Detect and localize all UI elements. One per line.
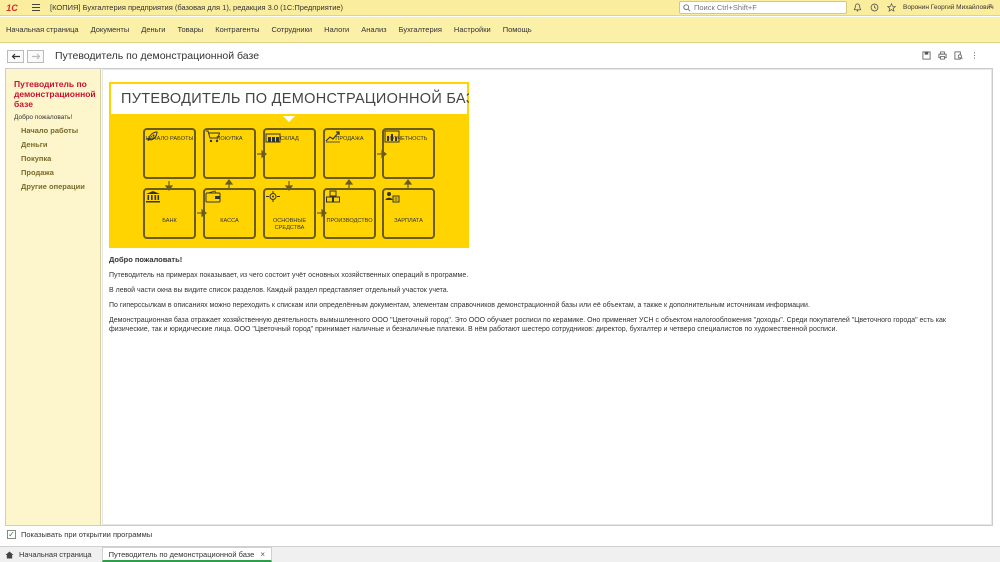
search-icon <box>683 3 691 12</box>
guide-banner: ПУТЕВОДИТЕЛЬ ПО ДЕМОНСТРАЦИОННОЙ БАЗЕ НА… <box>109 82 469 248</box>
search-box[interactable] <box>679 1 847 14</box>
save-icon[interactable] <box>921 50 932 61</box>
sidebar-item-purchase[interactable]: Покупка <box>21 154 100 163</box>
title-bar: 1С [КОПИЯ] Бухгалтерия предприятия (базо… <box>0 0 1000 16</box>
tile-assets-label: ОСНОВНЫЕ СРЕДСТВА <box>272 218 307 231</box>
tab-guide[interactable]: Путеводитель по демонстрационной базе × <box>101 547 273 562</box>
sidebar-item-money[interactable]: Деньги <box>21 140 100 149</box>
tile-bank-label: БАНК <box>162 218 177 224</box>
section-goods[interactable]: Товары <box>177 25 203 34</box>
user-name[interactable]: Воронин Георгий Михайлович <box>903 4 994 11</box>
tile-salary[interactable]: ЗАРПЛАТА <box>382 188 435 239</box>
main-menu-icon[interactable] <box>29 1 43 15</box>
section-money[interactable]: Деньги <box>141 25 165 34</box>
banner-heading: ПУТЕВОДИТЕЛЬ ПО ДЕМОНСТРАЦИОННОЙ БАЗЕ <box>121 91 469 107</box>
sidebar: Путеводитель по демонстрационной базе До… <box>6 69 101 525</box>
guide-text: Добро пожаловать! Путеводитель на пример… <box>109 255 974 340</box>
rocket-icon <box>147 131 178 161</box>
section-employees[interactable]: Сотрудники <box>271 25 312 34</box>
sidebar-welcome[interactable]: Добро пожаловать! <box>14 114 100 121</box>
sidebar-title[interactable]: Путеводитель по демонстрационной базе <box>14 79 99 109</box>
back-button[interactable] <box>7 49 24 63</box>
paragraph-1: Путеводитель на примерах показывает, из … <box>109 272 469 279</box>
tab-home[interactable]: Начальная страница <box>0 547 98 562</box>
tile-production-label: ПРОИЗВОДСТВО <box>326 218 373 224</box>
boxes-icon <box>326 190 358 213</box>
show-on-open-label[interactable]: Показывать при открытии программы <box>21 530 152 539</box>
section-counterparties[interactable]: Контрагенты <box>215 25 259 34</box>
arrow-left-icon <box>11 53 20 59</box>
preview-icon[interactable] <box>953 50 964 61</box>
guide-content: ПУТЕВОДИТЕЛЬ ПО ДЕМОНСТРАЦИОННОЙ БАЗЕ НА… <box>102 69 992 525</box>
tile-cash[interactable]: КАССА <box>203 188 256 239</box>
1c-logo: 1С <box>6 2 18 13</box>
arrow-right-icon <box>31 53 40 59</box>
welcome-heading: Добро пожаловать! <box>109 255 183 264</box>
section-accounting[interactable]: Бухгалтерия <box>399 25 442 34</box>
banner-header: ПУТЕВОДИТЕЛЬ ПО ДЕМОНСТРАЦИОННОЙ БАЗЕ <box>109 82 469 116</box>
wallet-icon <box>205 190 238 213</box>
tile-warehouse-label: СКЛАД <box>280 136 299 142</box>
tab-guide-label: Путеводитель по демонстрационной базе <box>108 549 255 559</box>
tile-reports[interactable]: ОТЧЕТНОСТЬ <box>382 128 435 179</box>
forward-button[interactable] <box>27 49 44 63</box>
window-title: [КОПИЯ] Бухгалтерия предприятия (базовая… <box>50 3 344 12</box>
tile-cash-label: КАССА <box>220 218 239 224</box>
more-menu-icon[interactable]: ⋮ <box>969 50 980 61</box>
bell-icon[interactable] <box>852 2 863 13</box>
section-analysis[interactable]: Анализ <box>361 25 386 34</box>
section-settings[interactable]: Настройки <box>454 25 491 34</box>
tile-salary-label: ЗАРПЛАТА <box>394 218 423 224</box>
close-icon[interactable]: × <box>260 550 265 559</box>
section-home[interactable]: Начальная страница <box>6 25 79 34</box>
sections-panel: Начальная страница Документы Деньги Това… <box>0 17 1000 43</box>
report-icon <box>384 130 417 161</box>
tile-assets[interactable]: ОСНОВНЫЕ СРЕДСТВА <box>263 188 316 239</box>
show-on-open-option: ✓ Показывать при открытии программы <box>7 530 152 539</box>
cart-icon <box>206 130 238 161</box>
favorites-star-icon[interactable] <box>886 2 897 13</box>
assets-icon <box>266 191 298 213</box>
salary-icon <box>385 192 417 213</box>
tile-warehouse[interactable]: СКЛАД <box>263 128 316 179</box>
paragraph-3: По гиперссылкам в описаниях можно перехо… <box>109 302 810 309</box>
tile-start[interactable]: НАЧАЛО РАБОТЫ <box>143 128 196 179</box>
home-icon <box>5 550 14 559</box>
content-frame: Путеводитель по демонстрационной базе До… <box>5 68 993 526</box>
history-icon[interactable] <box>869 2 880 13</box>
sidebar-item-start[interactable]: Начало работы <box>21 126 100 135</box>
print-icon[interactable] <box>937 50 948 61</box>
form-header: Путеводитель по демонстрационной базе ⋮ <box>0 44 1000 68</box>
paragraph-2: В левой части окна вы видите список разд… <box>109 287 449 294</box>
chart-up-icon <box>325 131 358 161</box>
section-help[interactable]: Помощь <box>503 25 532 34</box>
open-windows-bar: Начальная страница Путеводитель по демон… <box>0 546 1000 562</box>
main-pane: ПУТЕВОДИТЕЛЬ ПО ДЕМОНСТРАЦИОННОЙ БАЗЕ НА… <box>102 69 992 525</box>
window-menu-icon[interactable]: ≡ <box>988 3 992 10</box>
tile-sale[interactable]: ПРОДАЖА <box>323 128 376 179</box>
page-title: Путеводитель по демонстрационной базе <box>55 50 260 62</box>
tile-production[interactable]: ПРОИЗВОДСТВО <box>323 188 376 239</box>
sidebar-item-other[interactable]: Другие операции <box>21 182 100 191</box>
tile-bank[interactable]: БАНК <box>143 188 196 239</box>
tab-home-label: Начальная страница <box>19 550 92 559</box>
warehouse-icon <box>265 133 298 161</box>
paragraph-4: Демонстрационная база отражает хозяйстве… <box>109 317 946 333</box>
search-input[interactable] <box>694 3 844 12</box>
section-documents[interactable]: Документы <box>91 25 130 34</box>
bank-icon <box>146 191 178 213</box>
section-taxes[interactable]: Налоги <box>324 25 349 34</box>
tile-purchase[interactable]: ПОКУПКА <box>203 128 256 179</box>
sidebar-item-sale[interactable]: Продажа <box>21 168 100 177</box>
show-on-open-checkbox[interactable]: ✓ <box>7 530 16 539</box>
